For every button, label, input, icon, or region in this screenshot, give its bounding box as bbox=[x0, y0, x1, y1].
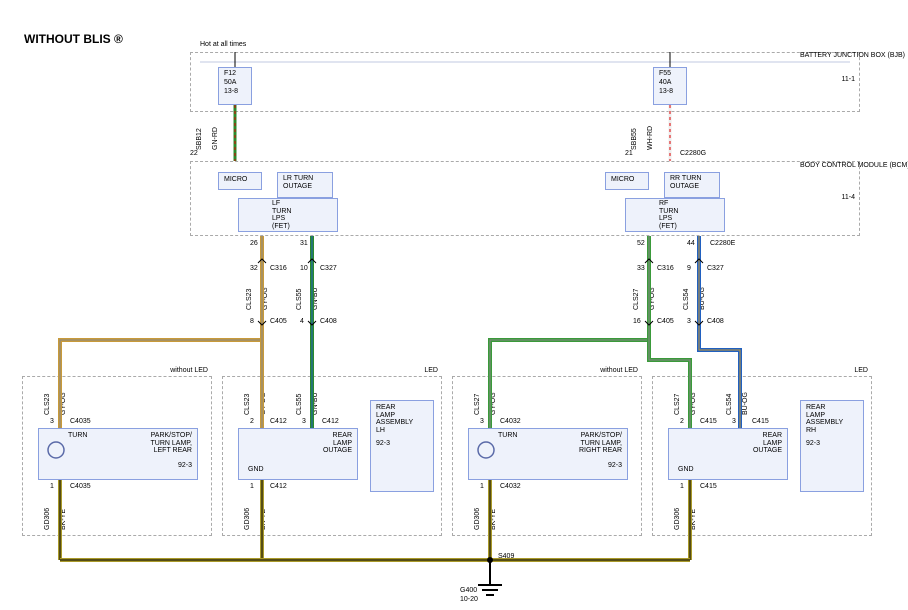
wiring-svg bbox=[0, 0, 908, 610]
